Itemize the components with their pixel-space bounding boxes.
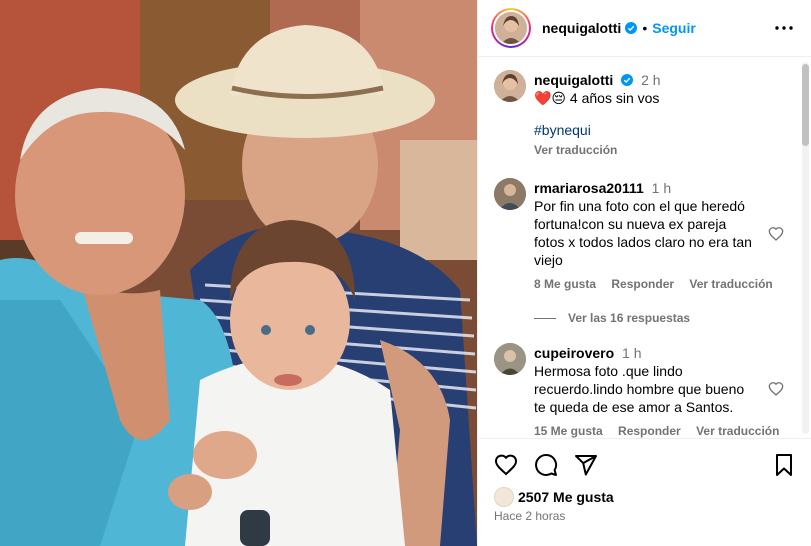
comment-reply-button[interactable]: Responder	[618, 424, 681, 438]
more-options-icon[interactable]	[774, 18, 794, 38]
view-replies-label[interactable]: Ver las 16 respuestas	[568, 311, 690, 325]
photo-illustration	[0, 0, 477, 546]
author-avatar-ring[interactable]	[491, 8, 531, 48]
comment-meta: 15 Me gusta Responder Ver traducción	[534, 422, 779, 438]
verified-badge-icon	[625, 22, 638, 34]
comment-reply-button[interactable]: Responder	[611, 277, 674, 291]
paper-plane-icon[interactable]	[574, 453, 598, 477]
post-header: nequigalotti • Seguir	[478, 0, 811, 57]
author-avatar[interactable]	[495, 12, 527, 44]
comment-like-icon[interactable]	[768, 381, 784, 397]
view-replies-link[interactable]: Ver las 16 respuestas	[534, 311, 690, 325]
comment-like-icon[interactable]	[768, 226, 784, 242]
comment-translate-link[interactable]: Ver traducción	[689, 277, 772, 291]
comment-username[interactable]: cupeirovero	[534, 345, 614, 361]
comment-time: 1 h	[651, 180, 672, 196]
comment-avatar[interactable]	[494, 343, 526, 375]
post-likes[interactable]: 2507 Me gusta	[494, 487, 614, 507]
comment-time: 1 h	[622, 345, 642, 361]
author-username[interactable]: nequigalotti	[542, 20, 621, 36]
post-photo[interactable]	[0, 0, 477, 546]
post-timestamp: Hace 2 horas	[494, 509, 566, 523]
comment-likes-count[interactable]: 15 Me gusta	[534, 424, 603, 438]
comment-meta: 8 Me gusta Responder Ver traducción	[534, 275, 773, 293]
comments-scrollbar[interactable]	[802, 62, 809, 434]
caption-hashtag[interactable]: #bynequi	[534, 121, 784, 139]
caption-avatar[interactable]	[494, 70, 526, 102]
heart-icon[interactable]	[494, 453, 518, 477]
verified-badge-icon	[621, 74, 634, 86]
comment-text: Por fin una foto con el que heredó fortu…	[534, 198, 752, 268]
comment-avatar[interactable]	[494, 178, 526, 210]
post-actions-bar: 2507 Me gusta Hace 2 horas	[478, 438, 811, 546]
post-likes-count[interactable]: 2507 Me gusta	[518, 489, 614, 505]
caption-username[interactable]: nequigalotti	[534, 72, 613, 88]
scrollbar-thumb[interactable]	[802, 64, 809, 146]
comment-username[interactable]: rmariarosa20111	[534, 180, 644, 196]
replies-divider-line	[534, 317, 556, 319]
post-side-panel: nequigalotti • Seguir nequigalotti 2 h ❤…	[477, 0, 811, 546]
caption-translate-link[interactable]: Ver traducción	[534, 141, 784, 159]
follow-button[interactable]: Seguir	[652, 20, 696, 36]
caption-text: 4 años sin vos	[569, 90, 660, 106]
caption-emoji: ❤️😔	[534, 90, 567, 106]
instagram-post: nequigalotti • Seguir nequigalotti 2 h ❤…	[0, 0, 811, 546]
comment-text: Hermosa foto .que lindo recuerdo.lindo h…	[534, 363, 745, 415]
comment-translate-link[interactable]: Ver traducción	[696, 424, 779, 438]
bookmark-icon[interactable]	[772, 453, 796, 477]
comment-likes-count[interactable]: 8 Me gusta	[534, 277, 596, 291]
caption-time: 2 h	[641, 72, 661, 88]
separator-dot: •	[642, 20, 648, 36]
comment-icon[interactable]	[534, 453, 558, 477]
liker-avatar[interactable]	[494, 487, 514, 507]
comments-scroll-area[interactable]: nequigalotti 2 h ❤️😔 4 años sin vos #byn…	[478, 58, 811, 438]
